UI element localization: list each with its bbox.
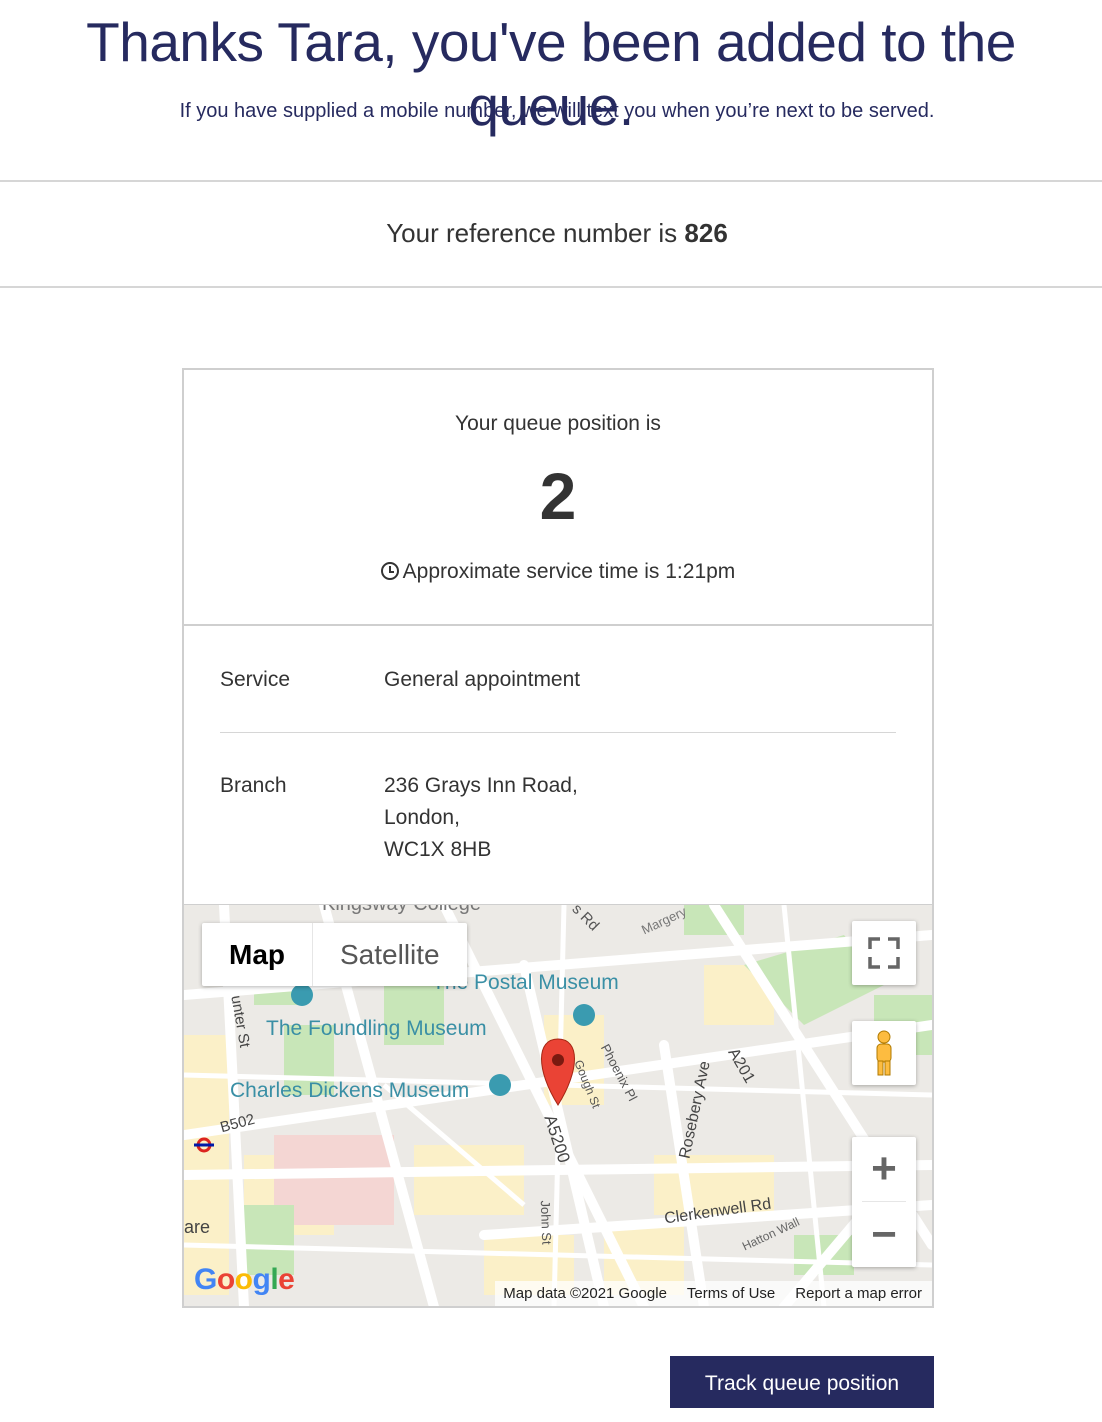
clock-icon — [380, 562, 399, 580]
map-label-are: are — [184, 1217, 211, 1237]
map-type-control: Map Satellite — [202, 923, 467, 986]
map[interactable]: Kingsway College The Postal Museum The F… — [184, 904, 932, 1306]
branch-address: 236 Grays Inn Road, London, WC1X 8HB — [384, 770, 578, 866]
divider-top — [0, 180, 1102, 182]
terms-of-use-link[interactable]: Terms of Use — [687, 1285, 775, 1306]
zoom-divider — [862, 1201, 906, 1202]
queue-position-number: 2 — [539, 459, 577, 533]
fullscreen-icon — [868, 937, 900, 969]
queue-card: Your queue position is 2 Approximate ser… — [182, 368, 934, 1308]
map-data-text: Map data ©2021 Google — [503, 1285, 667, 1302]
google-logo[interactable]: Google — [194, 1263, 295, 1297]
zoom-control: + − — [852, 1137, 916, 1267]
map-label-kingsway: Kingsway College — [322, 904, 481, 915]
branch-address-line3: WC1X 8HB — [384, 838, 492, 861]
zoom-in-button[interactable]: + — [852, 1137, 916, 1201]
fullscreen-button[interactable] — [852, 921, 916, 985]
service-time: Approximate service time is 1:21pm — [184, 560, 932, 584]
details-divider — [220, 732, 896, 733]
service-value: General appointment — [384, 668, 581, 691]
street-view-pegman[interactable] — [852, 1021, 916, 1085]
queue-position-label: Your queue position is — [455, 412, 661, 435]
pegman-icon — [876, 1030, 892, 1076]
map-label-dickens-museum: Charles Dickens Museum — [230, 1079, 470, 1102]
map-label-foundling-museum: The Foundling Museum — [266, 1017, 487, 1040]
map-label-john-st: John St — [537, 1200, 555, 1245]
reference-prefix: Your reference number is — [386, 218, 678, 248]
reference-text: Your reference number is 826 — [0, 218, 1102, 249]
map-type-satellite-button[interactable]: Satellite — [312, 923, 467, 986]
branch-address-line2: London, — [384, 806, 460, 829]
branch-label: Branch — [220, 774, 287, 797]
track-queue-position-button[interactable]: Track queue position — [670, 1356, 934, 1408]
reference-number: 826 — [684, 218, 728, 248]
branch-address-line1: 236 Grays Inn Road, — [384, 774, 578, 797]
service-label: Service — [220, 668, 291, 691]
divider-bottom — [0, 286, 1102, 288]
page-subtitle: If you have supplied a mobile number, we… — [179, 100, 935, 122]
map-type-map-button[interactable]: Map — [202, 923, 312, 986]
map-attribution: Map data ©2021 Google Terms of Use Repor… — [495, 1281, 932, 1306]
zoom-out-button[interactable]: − — [852, 1203, 916, 1267]
service-time-text: Approximate service time is 1:21pm — [402, 560, 736, 583]
card-divider — [184, 624, 932, 626]
report-map-error-link[interactable]: Report a map error — [795, 1285, 922, 1306]
